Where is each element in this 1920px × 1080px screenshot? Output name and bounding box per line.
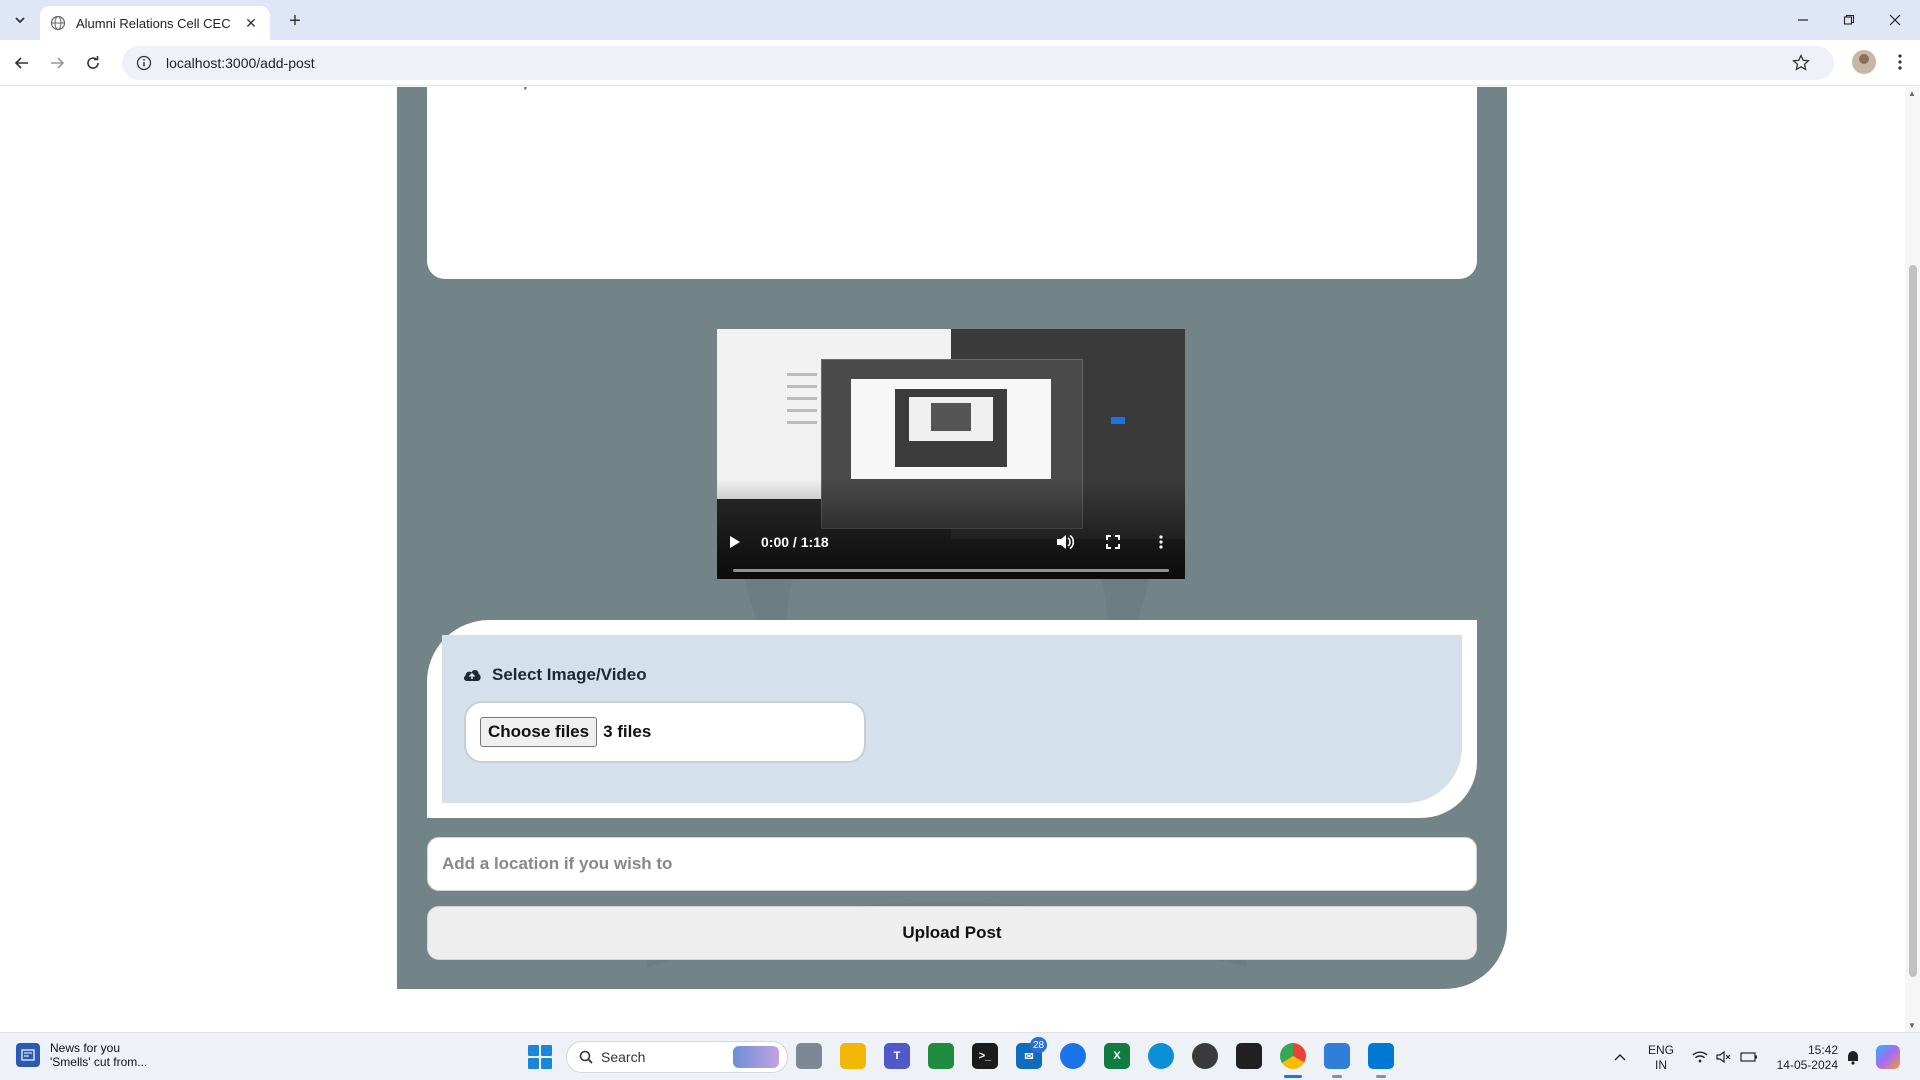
scrollbar-thumb[interactable] xyxy=(1909,265,1917,977)
browser-toolbar: localhost:3000/add-post xyxy=(0,40,1920,86)
tray-overflow-icon[interactable] xyxy=(1614,1033,1626,1080)
upload-section-inner: Select Image/Video Choose files 3 files xyxy=(442,635,1462,803)
more-options-icon[interactable] xyxy=(1149,530,1173,554)
browser-tab[interactable]: Alumni Relations Cell CEC ✕ xyxy=(40,6,270,40)
notepad-icon[interactable] xyxy=(1324,1043,1350,1069)
clock-time: 15:42 xyxy=(1807,1043,1838,1057)
tab-strip: Alumni Relations Cell CEC ✕ + xyxy=(0,0,1920,40)
url-text: localhost:3000/add-post xyxy=(166,55,315,71)
taskbar-search[interactable]: Search xyxy=(566,1041,788,1073)
volume-muted-icon[interactable] xyxy=(1716,1033,1732,1080)
wifi-icon[interactable] xyxy=(1692,1033,1708,1080)
excel-icon[interactable]: X xyxy=(1104,1043,1130,1069)
volume-icon[interactable] xyxy=(1053,530,1077,554)
clock[interactable]: 15:42 14-05-2024 xyxy=(1774,1043,1838,1073)
store-icon[interactable] xyxy=(1060,1043,1086,1069)
restore-icon xyxy=(1843,14,1855,25)
notepad-indicator xyxy=(1332,1075,1342,1078)
location-field[interactable] xyxy=(427,837,1477,891)
teams-icon[interactable]: T xyxy=(884,1043,910,1069)
video-frame-lines xyxy=(787,373,817,443)
notification-bell-icon[interactable] xyxy=(1846,1033,1860,1080)
search-highlight-icon xyxy=(733,1046,779,1068)
site-info-icon[interactable] xyxy=(136,55,152,71)
new-tab-button[interactable]: + xyxy=(282,8,308,34)
close-window-button[interactable] xyxy=(1872,0,1918,40)
tab-title: Alumni Relations Cell CEC xyxy=(76,15,231,31)
file-count: 3 files xyxy=(603,722,652,741)
minimize-icon xyxy=(1798,19,1808,21)
classroom-icon[interactable] xyxy=(928,1043,954,1069)
page-scrollbar[interactable]: ▲ ▼ xyxy=(1905,87,1920,1032)
chrome-icon[interactable] xyxy=(1280,1043,1306,1069)
search-label: Search xyxy=(601,1049,646,1065)
play-icon[interactable] xyxy=(729,535,751,549)
minimize-button[interactable] xyxy=(1780,0,1826,40)
upload-label-text: Select Image/Video xyxy=(492,665,647,684)
restore-button[interactable] xyxy=(1826,0,1872,40)
mail-badge: 28 xyxy=(1030,1037,1048,1053)
video-time: 0:00 / 1:18 xyxy=(761,534,829,550)
more-vertical-icon xyxy=(1898,54,1902,70)
fullscreen-icon[interactable] xyxy=(1101,530,1125,554)
copilot-icon[interactable] xyxy=(1876,1033,1900,1080)
video-controls: 0:00 / 1:18 xyxy=(717,527,1185,557)
task-view-icon[interactable] xyxy=(796,1043,822,1069)
video-progress-bar[interactable] xyxy=(733,569,1169,572)
close-tab-icon[interactable]: ✕ xyxy=(242,14,260,32)
browser-menu-button[interactable] xyxy=(1888,50,1912,74)
scroll-up-icon[interactable]: ▲ xyxy=(1908,89,1916,98)
app-icon[interactable] xyxy=(1236,1043,1262,1069)
chrome-active-indicator xyxy=(1284,1075,1302,1078)
upload-post-button[interactable]: Upload Post xyxy=(427,906,1477,960)
back-button[interactable] xyxy=(8,49,36,77)
caption-field[interactable] xyxy=(427,87,1477,279)
arrow-left-icon xyxy=(14,57,28,69)
scroll-down-icon[interactable]: ▼ xyxy=(1908,1021,1916,1030)
lang-bottom: IN xyxy=(1655,1058,1667,1072)
choose-files-button[interactable]: Choose files xyxy=(480,717,598,747)
add-post-panel: 0:00 / 1:18 Select xyxy=(397,87,1507,989)
close-icon xyxy=(1889,14,1901,26)
obs-icon[interactable] xyxy=(1192,1043,1218,1069)
news-widget[interactable]: News for you 'Smells' cut from... xyxy=(16,1041,147,1069)
file-input[interactable]: Choose files 3 files xyxy=(464,701,866,763)
lang-top: ENG xyxy=(1648,1043,1675,1057)
video-frame-button xyxy=(1111,417,1125,424)
upload-label: Select Image/Video xyxy=(462,665,647,685)
tab-search-button[interactable] xyxy=(8,8,32,32)
video-preview[interactable]: 0:00 / 1:18 xyxy=(717,329,1185,579)
caption-textarea[interactable] xyxy=(443,87,1461,265)
profile-avatar[interactable] xyxy=(1852,50,1876,74)
reload-icon xyxy=(87,56,99,69)
taskbar: News for you 'Smells' cut from... Search… xyxy=(0,1032,1920,1080)
clock-date: 14-05-2024 xyxy=(1776,1058,1838,1072)
news-icon xyxy=(16,1043,40,1067)
upload-section: Select Image/Video Choose files 3 files xyxy=(427,620,1477,818)
address-bar[interactable]: localhost:3000/add-post xyxy=(122,46,1834,80)
video-frame-nested-core xyxy=(931,403,971,431)
cloud-upload-icon xyxy=(462,665,482,685)
page-viewport: 0:00 / 1:18 Select xyxy=(0,87,1905,1032)
language-indicator[interactable]: ENG IN xyxy=(1648,1043,1674,1073)
battery-icon[interactable] xyxy=(1740,1033,1758,1080)
location-input[interactable] xyxy=(442,854,1476,874)
vscode-indicator xyxy=(1376,1075,1386,1078)
terminal-icon[interactable]: >_ xyxy=(972,1043,998,1069)
bookmark-star-icon[interactable] xyxy=(1792,53,1810,75)
vscode-icon[interactable] xyxy=(1368,1043,1394,1069)
windows-start-icon[interactable] xyxy=(528,1045,552,1069)
chevron-down-icon xyxy=(15,17,25,24)
news-subtitle: 'Smells' cut from... xyxy=(50,1055,148,1069)
search-icon xyxy=(579,1050,593,1064)
arrow-right-icon xyxy=(51,57,65,69)
globe-icon xyxy=(50,15,66,31)
reload-button[interactable] xyxy=(79,49,107,77)
news-title: News for you xyxy=(50,1041,121,1055)
forward-button[interactable] xyxy=(43,49,71,77)
edge-icon[interactable] xyxy=(1148,1043,1174,1069)
file-explorer-icon[interactable] xyxy=(840,1043,866,1069)
